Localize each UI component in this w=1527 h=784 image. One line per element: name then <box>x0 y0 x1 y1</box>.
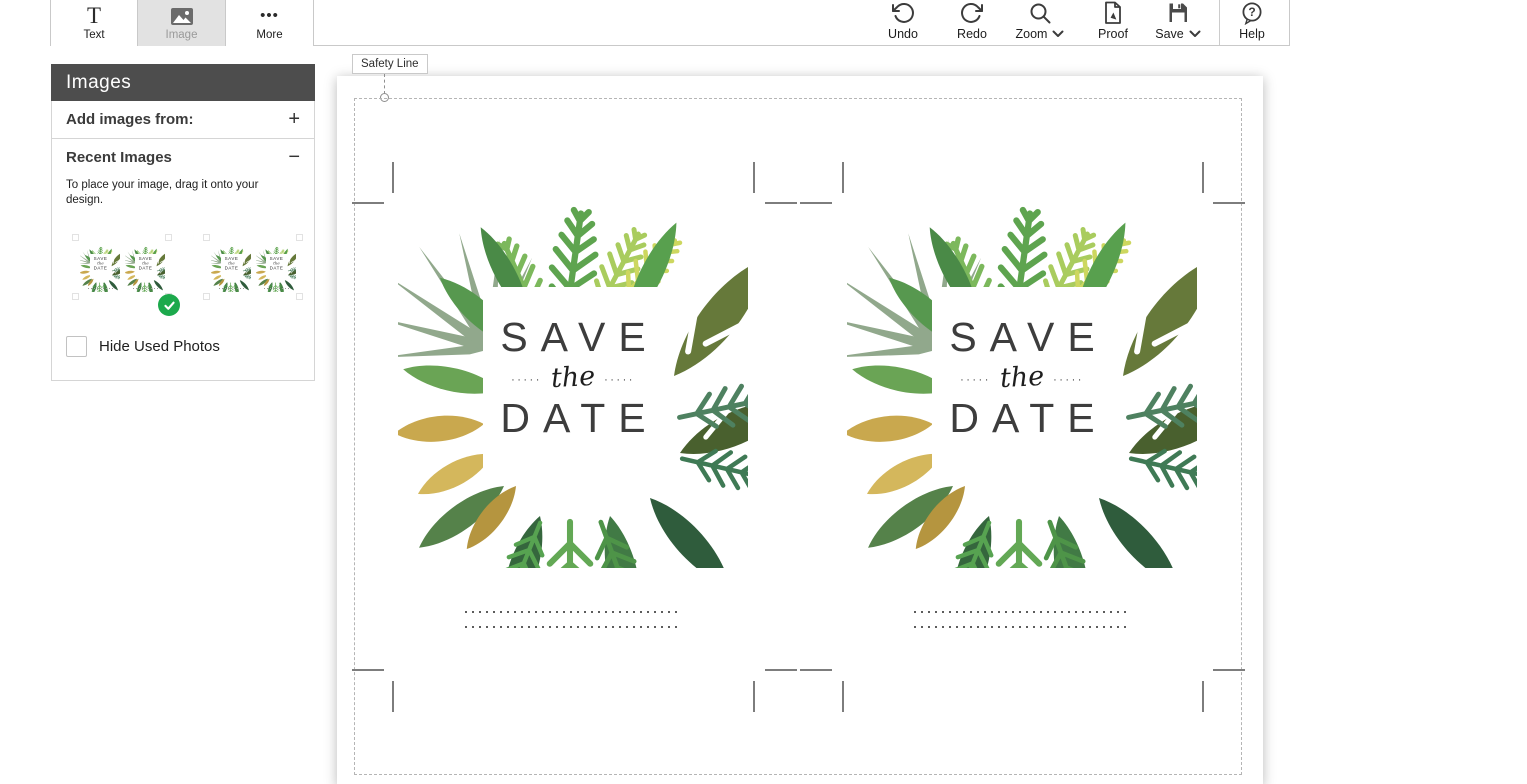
images-panel: Images Add images from: + Recent Images … <box>51 64 315 381</box>
address-dotted-line[interactable] <box>914 626 1130 628</box>
card-dots-right: ····· <box>1053 373 1084 386</box>
thumbnail-card-art: SAVE the DATE <box>211 242 251 292</box>
zoom-button[interactable]: Zoom <box>1006 0 1074 46</box>
safety-line-knob <box>380 93 389 102</box>
help-label: Help <box>1239 27 1265 41</box>
more-icon: ••• <box>260 7 279 24</box>
check-icon <box>163 301 175 310</box>
help-button[interactable]: ? Help <box>1218 0 1286 46</box>
image-thumbnail[interactable]: SAVE the DATE SAVE the DATE <box>203 234 303 300</box>
undo-icon <box>892 2 914 23</box>
save-floppy-icon <box>1169 3 1187 22</box>
card-date-text: DATE <box>949 395 1108 441</box>
safety-line-tag[interactable]: Safety Line <box>352 54 428 74</box>
proof-label: Proof <box>1098 27 1128 41</box>
address-dotted-line[interactable] <box>465 611 681 613</box>
address-dotted-line[interactable] <box>465 626 681 628</box>
recent-images-list: SAVE the DATE SAVE the DATE SAVE the DAT… <box>72 234 303 316</box>
help-question-glyph: ? <box>1248 4 1256 19</box>
card-the-text: the <box>550 360 596 395</box>
redo-icon <box>961 2 983 23</box>
card-the-text: the <box>999 360 1045 395</box>
hide-used-photos-label[interactable]: Hide Used Photos <box>99 338 220 355</box>
chevron-down-icon <box>1189 30 1201 37</box>
address-dotted-line[interactable] <box>914 611 1130 613</box>
image-button[interactable]: Image <box>138 0 226 46</box>
save-label: Save <box>1155 27 1184 41</box>
save-the-date-card[interactable]: SAVE ····· the ····· DATE <box>847 198 1197 568</box>
insert-button-group: T Text Image ••• More <box>50 0 314 46</box>
undo-label: Undo <box>888 27 918 41</box>
mini-address-dots <box>87 288 114 289</box>
expand-plus-icon[interactable]: + <box>288 108 300 131</box>
zoom-icon <box>1030 3 1051 24</box>
proof-document-icon <box>1105 1 1121 24</box>
card-dots-right: ····· <box>604 373 635 386</box>
text-icon: T <box>86 3 102 28</box>
add-images-from-label: Add images from: <box>66 111 194 128</box>
zoom-label: Zoom <box>1015 27 1048 41</box>
mini-address-dots <box>263 288 290 289</box>
card-dots-left: ····· <box>511 373 542 386</box>
hide-used-photos-checkbox[interactable] <box>66 336 87 357</box>
save-button[interactable]: Save <box>1144 0 1212 46</box>
image-button-label: Image <box>165 29 198 41</box>
redo-label: Redo <box>957 27 987 41</box>
text-button-label: Text <box>83 29 105 41</box>
undo-button[interactable]: Undo <box>869 0 937 46</box>
chevron-down-icon <box>1052 30 1064 37</box>
more-button[interactable]: ••• More <box>226 0 314 46</box>
top-toolbar: T Text Image ••• More Undo Redo Zoom Pro… <box>50 0 1290 46</box>
thumbnail-card-art: SAVE the DATE <box>80 242 120 292</box>
used-checkmark-badge <box>158 294 180 316</box>
card-text-box[interactable]: SAVE ····· the ····· DATE <box>483 287 663 468</box>
drag-helper-text: To place your image, drag it onto your d… <box>66 179 259 207</box>
mini-address-dots <box>132 288 159 289</box>
images-panel-body: Add images from: + Recent Images − To pl… <box>51 101 315 381</box>
images-panel-title: Images <box>51 64 315 101</box>
save-the-date-card[interactable]: SAVE ····· the ····· DATE <box>398 198 748 568</box>
safety-line-leader <box>384 74 385 94</box>
image-icon <box>170 8 193 25</box>
thumbnail-card-art: SAVE the DATE <box>125 242 165 292</box>
image-thumbnail[interactable]: SAVE the DATE SAVE the DATE <box>72 234 180 316</box>
card-date-text: DATE <box>500 395 659 441</box>
card-text-box[interactable]: SAVE ····· the ····· DATE <box>932 287 1112 468</box>
add-images-from-row[interactable]: Add images from: + <box>52 101 314 139</box>
redo-button[interactable]: Redo <box>938 0 1006 46</box>
collapse-minus-icon[interactable]: − <box>288 146 300 169</box>
proof-button[interactable]: Proof <box>1079 0 1147 46</box>
card-save-text: SAVE <box>949 314 1108 360</box>
card-save-text: SAVE <box>500 314 659 360</box>
hide-used-photos-row: Hide Used Photos <box>66 336 220 357</box>
recent-images-row[interactable]: Recent Images − <box>52 139 314 176</box>
thumbnail-card-art: SAVE the DATE <box>256 242 296 292</box>
mini-address-dots <box>218 288 245 289</box>
card-dots-left: ····· <box>960 373 991 386</box>
text-button[interactable]: T Text <box>50 0 138 46</box>
recent-images-label: Recent Images <box>66 149 172 166</box>
design-editor: { "toolbar": { "text_label": "Text", "im… <box>0 0 1527 784</box>
more-button-label: More <box>256 29 283 41</box>
